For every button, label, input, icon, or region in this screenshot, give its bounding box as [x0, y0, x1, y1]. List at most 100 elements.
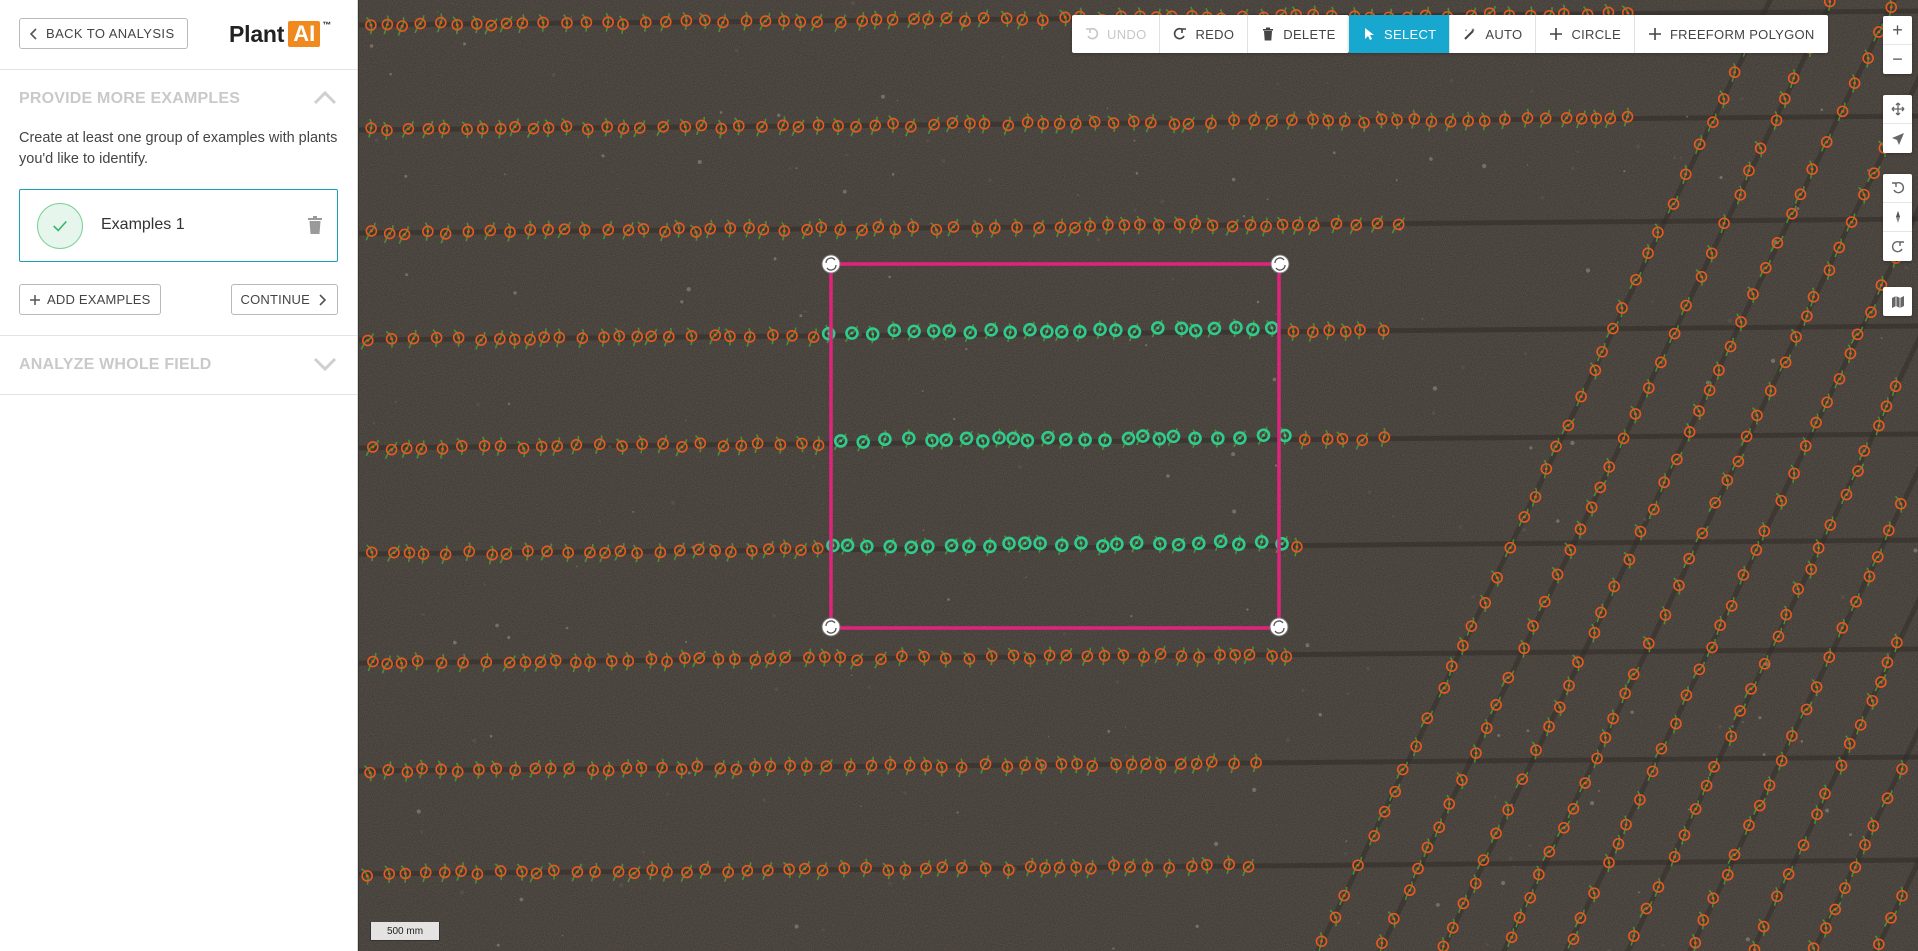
field-imagery[interactable] [359, 0, 1918, 951]
detected-plant-marker-center [1710, 646, 1714, 649]
example-plant-marker-center [1158, 542, 1162, 546]
detected-plant-marker-center [803, 867, 807, 871]
rotate-handle-icon[interactable] [821, 617, 841, 637]
detected-plant-marker-center [642, 227, 645, 231]
detected-plant-marker-center [951, 121, 954, 125]
detected-plant-marker-center [1845, 493, 1848, 497]
detected-plant-marker-center [739, 444, 743, 448]
zoom-in-button[interactable]: + [1883, 16, 1912, 45]
detected-plant-marker-center [650, 657, 653, 661]
example-group-card[interactable]: Examples 1 [19, 189, 338, 262]
detected-plant-marker-center [1205, 863, 1209, 867]
detected-plant-marker-center [1828, 0, 1832, 3]
rotate-left-button[interactable] [1883, 174, 1912, 203]
detected-plant-marker-center [1233, 653, 1237, 657]
detected-plant-marker-center [1382, 329, 1386, 332]
locate-button[interactable] [1883, 124, 1912, 153]
detected-plant-marker-center [1762, 529, 1766, 533]
detected-plant-marker-center [1633, 412, 1637, 416]
rotate-handle-icon[interactable] [821, 254, 841, 274]
detected-plant-marker-center [459, 869, 463, 873]
detected-plant-marker-center [1474, 751, 1478, 755]
detected-plant-marker-center [1059, 226, 1062, 229]
detected-plant-marker-center [876, 225, 880, 229]
chevron-right-icon [319, 293, 327, 306]
detected-plant-marker-center [1697, 667, 1701, 671]
detected-plant-marker-center [499, 444, 502, 448]
detected-plant-marker-center [1594, 117, 1598, 120]
detected-plant-marker-center [640, 442, 644, 446]
detected-plant-marker-center [1722, 221, 1726, 225]
detected-plant-marker-center [1474, 881, 1478, 885]
rotate-handle-icon[interactable] [1269, 617, 1289, 637]
detected-plant-marker-center [1759, 146, 1762, 150]
detected-plant-marker-center [790, 334, 794, 338]
rotate-handle-icon[interactable] [1270, 254, 1290, 274]
auto-label: AUTO [1485, 26, 1523, 42]
detected-plant-marker-center [1685, 693, 1688, 697]
circle-tool-button[interactable]: CIRCLE [1536, 15, 1635, 53]
detected-plant-marker-center [782, 19, 786, 23]
detected-plant-marker-center [1701, 918, 1705, 922]
map-layer-button[interactable] [1883, 287, 1912, 316]
detected-plant-marker-center [1617, 842, 1620, 846]
detected-plant-marker-center [1804, 444, 1808, 448]
freeform-polygon-tool-button[interactable]: FREEFORM POLYGON [1635, 15, 1828, 53]
rotate-right-button[interactable] [1883, 232, 1912, 261]
example-plant-marker-center [950, 544, 954, 547]
detected-plant-marker-center [855, 658, 859, 662]
example-plant-marker-center [1283, 434, 1287, 437]
detected-plant-marker-center [1717, 368, 1721, 372]
delete-button[interactable]: DELETE [1248, 15, 1348, 53]
example-plant-marker-center [839, 439, 843, 443]
undo-button[interactable]: UNDO [1072, 15, 1161, 53]
select-tool-button[interactable]: SELECT [1349, 15, 1451, 53]
detected-plant-marker-center [585, 20, 588, 24]
detected-plant-marker-center [1634, 278, 1638, 282]
auto-tool-button[interactable]: AUTO [1450, 15, 1537, 53]
example-plant-marker-center [1197, 541, 1201, 545]
detected-plant-marker-center [444, 232, 448, 236]
back-to-analysis-button[interactable]: BACK TO ANALYSIS [19, 18, 188, 49]
detected-plant-marker-center [1197, 655, 1201, 659]
field-map[interactable]: UNDO REDO DELETE SELECT AUTO CIRCLE FREE… [359, 0, 1918, 951]
add-examples-button[interactable]: ADD EXAMPLES [19, 284, 161, 315]
detected-plant-marker-center [660, 766, 664, 770]
detected-plant-marker-center [690, 334, 693, 338]
zoom-out-button[interactable]: − [1883, 45, 1912, 74]
detected-plant-marker-center [1705, 784, 1708, 788]
detected-plant-marker-center [499, 127, 503, 131]
example-plant-marker-center [1216, 436, 1220, 440]
chevron-left-icon [29, 27, 37, 40]
detected-plant-marker-center [975, 227, 979, 230]
provide-examples-header[interactable]: PROVIDE MORE EXAMPLES [0, 70, 357, 128]
continue-label: CONTINUE [240, 292, 310, 307]
trash-icon[interactable] [307, 216, 323, 234]
redo-button[interactable]: REDO [1160, 15, 1249, 53]
plus-icon [30, 294, 40, 305]
provide-examples-title: PROVIDE MORE EXAMPLES [19, 90, 241, 107]
compass-button[interactable] [1883, 203, 1912, 232]
analyze-field-header[interactable]: ANALYZE WHOLE FIELD [0, 336, 357, 394]
detected-plant-marker-center [1853, 865, 1857, 869]
example-plant-marker-center [1238, 436, 1242, 440]
detected-plant-marker-center [1805, 314, 1809, 318]
detected-plant-marker-center [1824, 926, 1828, 930]
detected-plant-marker-center [1580, 117, 1584, 121]
detected-plant-marker-center [1088, 224, 1092, 228]
pan-button[interactable] [1883, 95, 1912, 124]
chevron-up-icon[interactable] [313, 90, 337, 106]
detected-plant-marker-center [1303, 438, 1307, 442]
detected-plant-marker-center [983, 122, 986, 126]
rotate-left-icon [1891, 181, 1904, 194]
detected-plant-marker-center [457, 336, 461, 340]
chevron-down-icon[interactable] [313, 356, 337, 372]
continue-button[interactable]: CONTINUE [230, 284, 338, 315]
detected-plant-marker-center [1894, 384, 1898, 388]
detected-plant-marker-center [761, 228, 765, 232]
detected-plant-marker-center [1534, 495, 1537, 499]
example-plant-marker-center [1115, 542, 1119, 546]
circle-label: CIRCLE [1571, 26, 1621, 42]
check-icon [37, 203, 83, 249]
detected-plant-marker-center [1144, 762, 1148, 766]
